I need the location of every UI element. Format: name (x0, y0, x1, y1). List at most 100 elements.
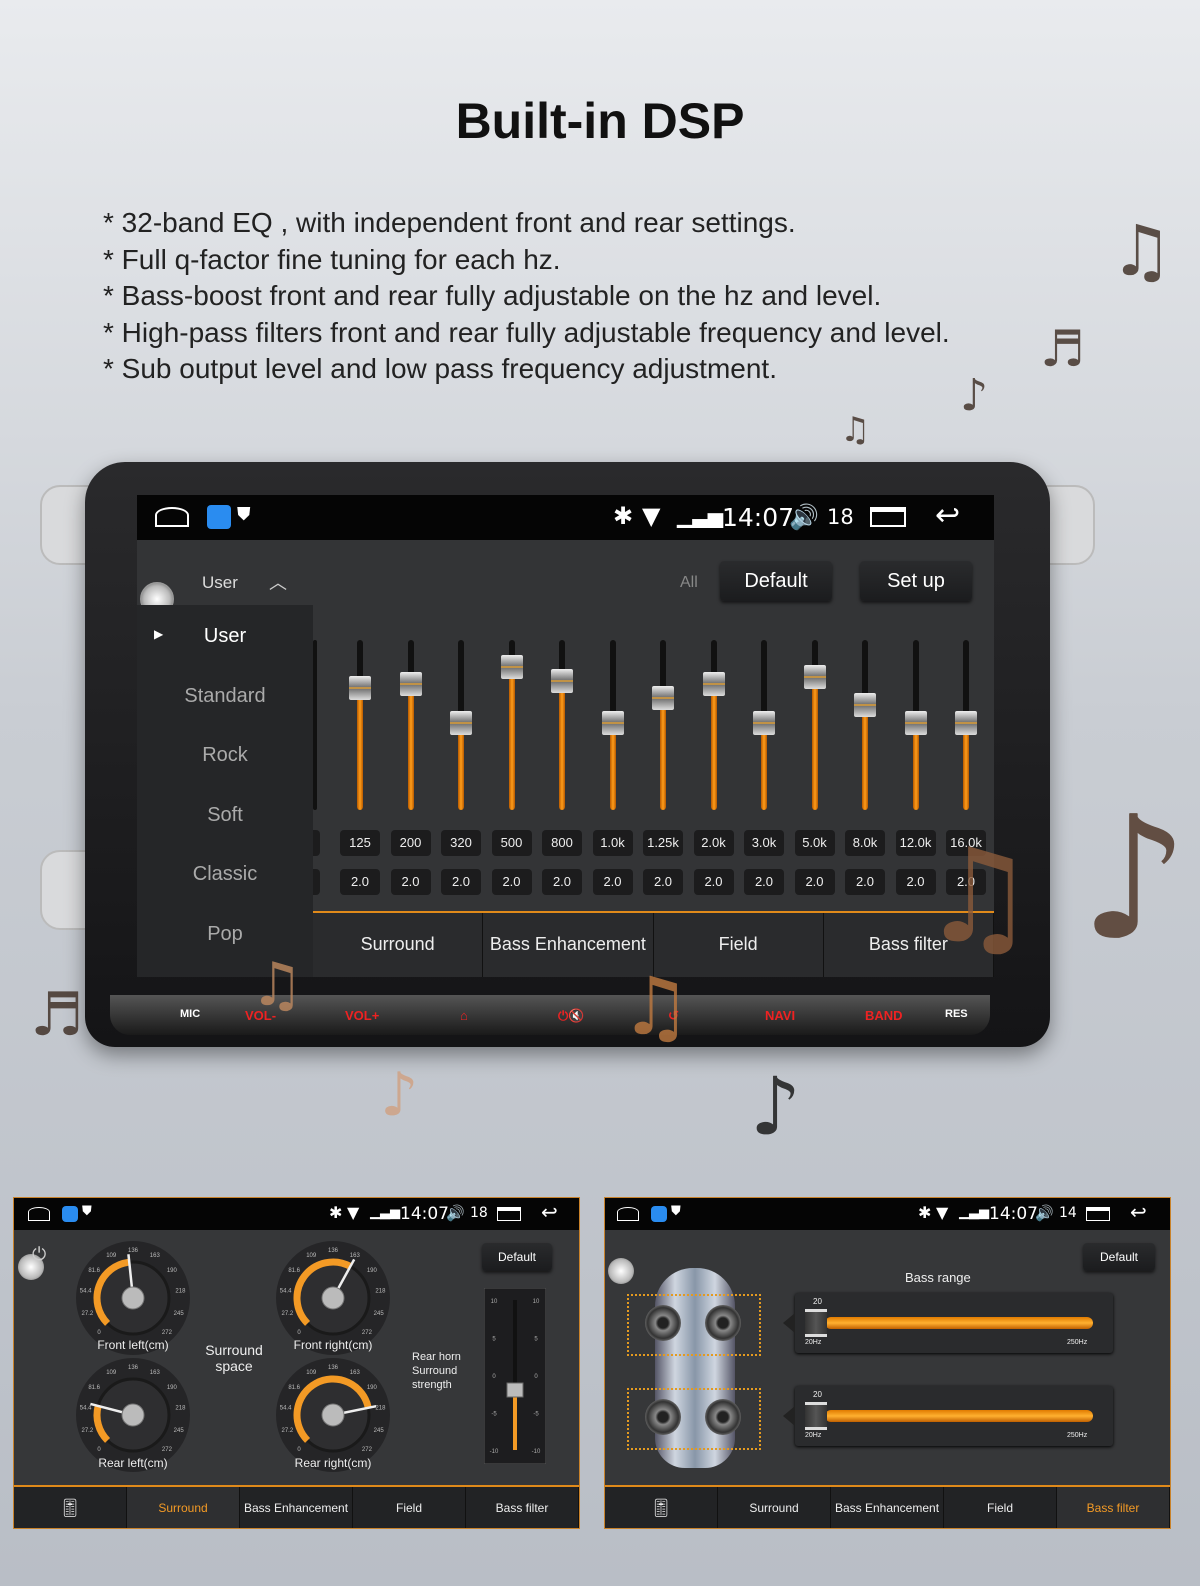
surround-strength-slider[interactable]: 10 105 50 0-5 -5-10 -10 (484, 1288, 546, 1464)
band-frequency[interactable]: 5.0k (794, 830, 835, 856)
eq-slider-track[interactable] (313, 640, 317, 810)
home-icon[interactable] (617, 1207, 639, 1221)
eq-slider-track[interactable] (399, 640, 422, 810)
tab-surround[interactable]: Surround (313, 913, 484, 977)
preset-item-soft[interactable]: Soft (137, 804, 313, 827)
band-frequency[interactable]: 320 (441, 830, 481, 856)
tab-bass-enhancement[interactable]: Bass Enhancement (240, 1487, 353, 1528)
vol-up-button[interactable]: VOL+ (345, 1008, 379, 1023)
app-icon[interactable] (207, 505, 231, 529)
band-button[interactable]: BAND (865, 1008, 903, 1023)
band-frequency[interactable]: 500 (491, 830, 532, 856)
band-frequency[interactable]: 1.25k (643, 830, 683, 856)
band-q-factor[interactable]: 2.0 (592, 869, 633, 895)
band-q-factor[interactable]: 2.0 (744, 869, 784, 895)
band-frequency[interactable]: 800 (542, 830, 582, 856)
band-q-factor[interactable]: 2.0 (693, 869, 734, 895)
band-q-factor[interactable]: 2.0 (794, 869, 835, 895)
gauge-knob[interactable] (321, 1286, 345, 1310)
default-button[interactable]: Default (1083, 1243, 1155, 1271)
slider-knob[interactable] (805, 1309, 827, 1337)
back-icon[interactable]: ↩ (541, 1200, 558, 1224)
home-icon[interactable] (155, 507, 189, 527)
volume-icon[interactable]: 🔊 (789, 503, 819, 531)
band-q-factor[interactable]: 2.0 (643, 869, 683, 895)
tab-bass-filter[interactable]: Bass filter (466, 1487, 579, 1528)
preset-item-user[interactable]: User (137, 625, 313, 648)
gauge-knob[interactable] (121, 1403, 145, 1427)
default-button[interactable]: Default (482, 1243, 552, 1271)
eq-slider-knob[interactable] (652, 685, 674, 710)
recent-apps-icon[interactable] (1086, 1207, 1110, 1221)
eq-slider-knob[interactable] (500, 655, 523, 680)
equalizer-icon[interactable]: 🎚 (14, 1487, 127, 1528)
eq-slider-track[interactable] (904, 640, 927, 810)
power-mute-button[interactable]: ⏻🔇 (558, 1008, 584, 1024)
band-frequency[interactable]: 8.0k (845, 830, 885, 856)
bass-range-slider[interactable]: 20 20Hz 250Hz (795, 1293, 1113, 1353)
tab-bass-enhancement[interactable]: Bass Enhancement (831, 1487, 944, 1528)
eq-slider-knob[interactable] (349, 675, 371, 700)
eq-slider-track[interactable] (652, 640, 674, 810)
eq-slider-knob[interactable] (803, 665, 826, 690)
band-frequency[interactable]: 1.0k (592, 830, 633, 856)
eq-slider-knob[interactable] (551, 668, 573, 693)
eq-slider-track[interactable] (500, 640, 523, 810)
setup-button[interactable]: Set up (860, 561, 972, 601)
all-label[interactable]: All (680, 574, 698, 592)
floating-ball-button[interactable] (608, 1258, 634, 1284)
eq-slider-knob[interactable] (702, 672, 725, 697)
band-q-factor[interactable]: 2.0 (441, 869, 481, 895)
eq-slider-knob[interactable] (450, 711, 472, 736)
bass-range-slider[interactable]: 20 20Hz 250Hz (795, 1386, 1113, 1446)
eq-slider-track[interactable] (450, 640, 472, 810)
tab-surround[interactable]: Surround (127, 1487, 240, 1528)
eq-slider-track[interactable] (753, 640, 775, 810)
preset-dropdown[interactable]: User (202, 573, 238, 593)
tab-field[interactable]: Field (353, 1487, 466, 1528)
slider-knob[interactable] (805, 1402, 827, 1430)
eq-slider-track[interactable] (803, 640, 826, 810)
eq-slider-track[interactable] (854, 640, 876, 810)
eq-slider-knob[interactable] (955, 711, 977, 736)
band-q-factor[interactable]: 2.0 (491, 869, 532, 895)
band-frequency[interactable]: 3.0k (744, 830, 784, 856)
tab-bass-filter[interactable]: Bass filter (1057, 1487, 1170, 1528)
eq-slider-knob[interactable] (854, 692, 876, 717)
preset-item-classic[interactable]: Classic (137, 863, 313, 886)
gauge-knob[interactable] (321, 1403, 345, 1427)
band-frequency[interactable]: 125 (340, 830, 380, 856)
chevron-up-icon[interactable]: ︿ (269, 569, 287, 595)
band-frequency[interactable]: 200 (390, 830, 431, 856)
eq-slider-track[interactable] (349, 640, 371, 810)
volume-icon[interactable]: 🔊 (1035, 1204, 1054, 1222)
band-frequency[interactable]: 2.0k (693, 830, 734, 856)
recent-apps-icon[interactable] (497, 1207, 521, 1221)
back-icon[interactable]: ↩ (935, 498, 960, 533)
band-q-factor[interactable]: 2.0 (340, 869, 380, 895)
slider-knob[interactable] (506, 1382, 524, 1398)
eq-slider-track[interactable] (551, 640, 573, 810)
preset-item-pop[interactable]: Pop (137, 923, 313, 946)
reset-button[interactable]: RES (945, 1008, 968, 1020)
eq-slider-knob[interactable] (904, 711, 927, 736)
eq-slider-track[interactable] (601, 640, 624, 810)
band-q-factor[interactable]: 2.0 (390, 869, 431, 895)
app-icon[interactable] (651, 1206, 667, 1222)
recent-apps-icon[interactable] (870, 507, 906, 527)
tab-surround[interactable]: Surround (718, 1487, 831, 1528)
eq-slider-track[interactable] (955, 640, 977, 810)
equalizer-icon[interactable]: 🎚 (605, 1487, 718, 1528)
band-q-factor[interactable]: 2.0 (845, 869, 885, 895)
preset-item-standard[interactable]: Standard (137, 685, 313, 708)
tab-field[interactable]: Field (944, 1487, 1057, 1528)
default-button[interactable]: Default (720, 561, 832, 601)
band-q-factor[interactable]: 2.0 (542, 869, 582, 895)
gauge-knob[interactable] (121, 1286, 145, 1310)
navi-button[interactable]: NAVI (765, 1008, 795, 1023)
eq-slider-knob[interactable] (753, 711, 775, 736)
back-icon[interactable]: ↩ (1130, 1200, 1147, 1224)
preset-item-rock[interactable]: Rock (137, 744, 313, 767)
eq-slider-knob[interactable] (601, 711, 624, 736)
eq-slider-track[interactable] (702, 640, 725, 810)
